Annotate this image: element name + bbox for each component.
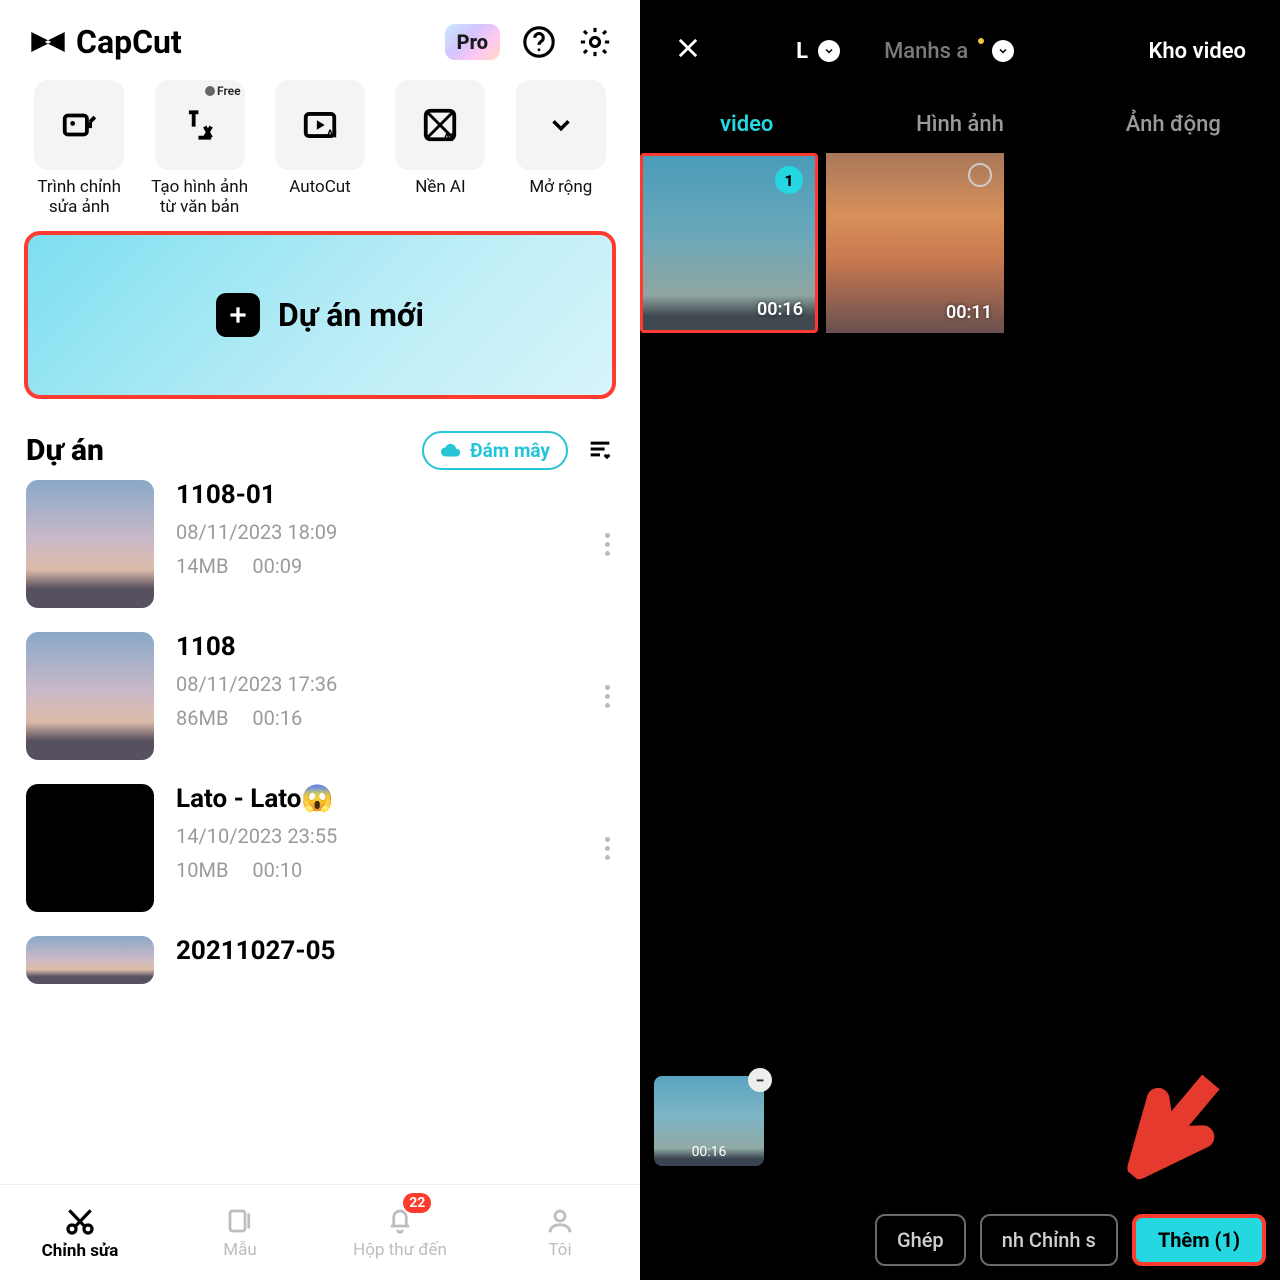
media-item[interactable]: 00:11 (826, 153, 1004, 333)
tools-row: Trình chỉnh sửa ảnh Free Tạo hình ảnh từ… (0, 80, 640, 217)
projects-title: Dự án (26, 433, 104, 468)
media-grid: 1 00:16 00:11 (640, 153, 1280, 333)
sort-icon[interactable] (586, 435, 614, 467)
tool-ai-background[interactable]: AI Nền AI (385, 80, 495, 217)
photo-edit-icon (60, 106, 98, 144)
video-store-link[interactable]: Kho video (1148, 39, 1246, 64)
nav-inbox[interactable]: 22 Hộp thư đến (320, 1185, 480, 1280)
chevron-down-icon (546, 110, 576, 140)
project-item[interactable]: Lato - Lato😱 14/10/2023 23:55 10MB00:10 (26, 784, 614, 912)
pro-badge[interactable]: Pro (445, 24, 500, 60)
ai-background-icon: AI (421, 106, 459, 144)
media-item[interactable]: 1 00:16 (640, 153, 818, 333)
svg-text:AI: AI (326, 128, 337, 141)
free-tag: Free (205, 84, 241, 98)
media-duration: 00:16 (757, 299, 803, 320)
project-thumb (26, 936, 154, 984)
new-project-label: Dự án mới (278, 296, 424, 334)
right-header: L Manhs a Kho video (640, 0, 1280, 96)
bottom-nav: Chỉnh sửa Mẫu 22 Hộp thư đến Tôi (0, 1184, 640, 1280)
help-icon[interactable] (522, 25, 556, 59)
more-icon[interactable] (605, 837, 614, 860)
new-project-button[interactable]: Dự án mới (24, 231, 616, 399)
nav-templates[interactable]: Mẫu (160, 1185, 320, 1280)
notification-dot (978, 38, 984, 44)
brand-name: CapCut (76, 23, 182, 61)
capcut-home-screen: CapCut Pro Trình chỉnh sửa ảnh Free Tạo … (0, 0, 640, 1280)
selected-tray-item[interactable]: − 00:16 (654, 1076, 764, 1166)
cloud-icon (440, 440, 462, 462)
merge-button[interactable]: Ghép (875, 1214, 966, 1266)
album-selector-2[interactable]: Manhs a (884, 39, 1014, 64)
album-selector-1[interactable]: L (796, 39, 840, 64)
project-item[interactable]: 1108 08/11/2023 17:36 86MB00:16 (26, 632, 614, 760)
capcut-logo-icon (28, 22, 68, 62)
remove-icon[interactable]: − (748, 1068, 772, 1092)
tab-video[interactable]: video (640, 112, 853, 137)
projects-header: Dự án Đám mây (0, 423, 640, 480)
selection-badge: 1 (775, 166, 803, 194)
templates-icon (225, 1206, 255, 1236)
left-header: CapCut Pro (0, 0, 640, 80)
annotation-arrow-icon (1088, 1040, 1258, 1213)
brand-logo: CapCut (28, 22, 182, 62)
person-icon (545, 1206, 575, 1236)
tool-text-to-image[interactable]: Free Tạo hình ảnh từ văn bản (144, 80, 254, 217)
settings-icon[interactable] (578, 25, 612, 59)
project-item[interactable]: 1108-01 08/11/2023 18:09 14MB00:09 (26, 480, 614, 608)
tool-expand[interactable]: Mở rộng (506, 80, 616, 217)
plus-icon (216, 293, 260, 337)
project-thumb (26, 632, 154, 760)
project-thumb (26, 784, 154, 912)
svg-text:AI: AI (444, 131, 455, 144)
close-icon[interactable] (674, 34, 702, 68)
project-item[interactable]: 20211027-05 (26, 936, 614, 984)
more-icon[interactable] (605, 685, 614, 708)
text-to-image-icon (181, 106, 219, 144)
media-picker-screen: L Manhs a Kho video video Hình ảnh Ảnh đ… (640, 0, 1280, 1280)
chevron-down-icon (818, 40, 840, 62)
right-actions: Ghép nh Chỉnh s Thêm (1) (640, 1214, 1280, 1266)
tab-gif[interactable]: Ảnh động (1067, 112, 1280, 137)
add-button[interactable]: Thêm (1) (1132, 1214, 1266, 1266)
nav-me[interactable]: Tôi (480, 1185, 640, 1280)
autocut-icon: AI (301, 106, 339, 144)
edit-button[interactable]: nh Chỉnh s (980, 1214, 1118, 1266)
nav-edit[interactable]: Chỉnh sửa (0, 1185, 160, 1280)
header-actions: Pro (445, 24, 612, 60)
media-tabs: video Hình ảnh Ảnh động (640, 96, 1280, 153)
more-icon[interactable] (605, 533, 614, 556)
media-duration: 00:11 (946, 302, 992, 323)
scissors-icon (64, 1205, 96, 1237)
cloud-button[interactable]: Đám mây (422, 431, 568, 470)
tray-duration: 00:16 (692, 1144, 727, 1160)
projects-list: 1108-01 08/11/2023 18:09 14MB00:09 1108 … (0, 480, 640, 984)
tab-image[interactable]: Hình ảnh (853, 112, 1066, 137)
tool-photo-editor[interactable]: Trình chỉnh sửa ảnh (24, 80, 134, 217)
selection-ring (968, 163, 992, 187)
inbox-badge: 22 (403, 1193, 431, 1213)
project-thumb (26, 480, 154, 608)
tool-autocut[interactable]: AI AutoCut (265, 80, 375, 217)
chevron-down-icon (992, 40, 1014, 62)
